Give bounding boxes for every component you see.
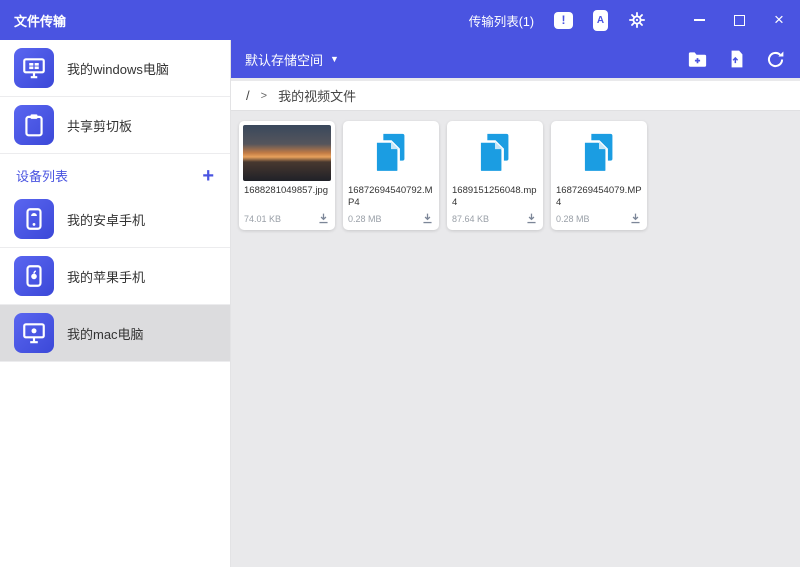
sidebar-item-label: 我的苹果手机 [67, 269, 146, 285]
storage-dropdown-label: 默认存储空间 [245, 52, 324, 68]
file-card[interactable]: 1687269454079.MP4 0.28 MB [551, 121, 647, 230]
file-card[interactable]: 16872694540792.MP4 0.28 MB [343, 121, 439, 230]
file-size: 0.28 MB [556, 213, 590, 224]
photo-thumbnail [243, 125, 331, 181]
close-button[interactable]: × [772, 11, 786, 28]
sidebar-item-windows-pc[interactable]: 我的windows电脑 [0, 40, 230, 97]
download-button[interactable] [317, 212, 330, 225]
download-icon [319, 213, 328, 224]
minimize-button[interactable] [692, 13, 706, 27]
settings-gear-icon[interactable] [628, 11, 646, 29]
download-button[interactable] [421, 212, 434, 225]
sidebar-item-label: 我的windows电脑 [67, 61, 169, 77]
sidebar-item-apple-phone[interactable]: 我的苹果手机 [0, 248, 230, 305]
maximize-icon [733, 14, 745, 26]
file-size: 87.64 KB [452, 213, 490, 224]
maximize-button[interactable] [732, 13, 746, 27]
device-list-title: 设备列表 [16, 169, 69, 184]
feedback-icon[interactable]: ! [554, 11, 573, 29]
sidebar-item-mac-computer[interactable]: 我的mac电脑 [0, 305, 230, 362]
phone-connect-icon[interactable]: A [593, 9, 608, 31]
device-list-header: 设备列表 + [0, 154, 230, 191]
sidebar-item-android-phone[interactable]: 我的安卓手机 [0, 191, 230, 248]
android-phone-icon [14, 199, 54, 239]
sidebar-item-label: 我的安卓手机 [67, 212, 146, 228]
window-controls: × [692, 11, 786, 28]
sidebar-item-label: 我的mac电脑 [67, 326, 144, 342]
app-window: 文件传输 传输列表(1) ! A × 我的windows电脑 共享剪切板 设备列… [0, 0, 800, 567]
storage-toolbar: 默认存储空间 ▼ [231, 40, 800, 78]
titlebar-actions: 传输列表(1) ! A × [469, 9, 786, 31]
file-card[interactable]: 1689151256048.mp4 87.64 KB [447, 121, 543, 230]
apple-phone-icon [14, 256, 54, 296]
file-size: 74.01 KB [244, 213, 282, 224]
file-copy-icon [451, 125, 539, 181]
download-button[interactable] [629, 212, 642, 225]
breadcrumb-current: 我的视频文件 [278, 89, 357, 104]
file-grid: 1688281049857.jpg 74.01 KB 1687269454079… [231, 111, 800, 240]
mac-computer-icon [14, 313, 54, 353]
file-name: 1688281049857.jpg [244, 185, 329, 196]
sidebar-item-label: 共享剪切板 [67, 118, 133, 134]
app-title: 文件传输 [14, 13, 67, 29]
breadcrumb: / > 我的视频文件 [231, 81, 800, 111]
breadcrumb-separator-icon: > [260, 89, 268, 102]
main-panel: 默认存储空间 ▼ / > 我的视频文件 1688281049857.jpg 74… [231, 40, 800, 567]
new-folder-icon[interactable] [686, 48, 709, 71]
titlebar: 文件传输 传输列表(1) ! A × [0, 0, 800, 40]
download-icon [423, 213, 432, 224]
file-copy-icon [555, 125, 643, 181]
clipboard-icon [14, 105, 54, 145]
minimize-icon [693, 19, 705, 21]
sidebar: 我的windows电脑 共享剪切板 设备列表 + 我的安卓手机 我的苹果手机 我… [0, 40, 231, 567]
app-body: 我的windows电脑 共享剪切板 设备列表 + 我的安卓手机 我的苹果手机 我… [0, 40, 800, 567]
file-size: 0.28 MB [348, 213, 382, 224]
file-copy-icon [347, 125, 435, 181]
chevron-down-icon: ▼ [330, 54, 339, 64]
file-name: 16872694540792.MP4 [348, 185, 433, 209]
file-name: 1689151256048.mp4 [452, 185, 537, 209]
file-name: 1687269454079.MP4 [556, 185, 642, 209]
transfer-list-button[interactable]: 传输列表(1) [469, 11, 534, 30]
download-icon [527, 213, 536, 224]
add-device-button[interactable]: + [202, 166, 214, 186]
upload-file-icon[interactable] [727, 49, 747, 69]
refresh-icon[interactable] [765, 49, 786, 70]
download-icon [631, 213, 640, 224]
breadcrumb-root[interactable]: / [246, 88, 250, 103]
sidebar-item-clipboard[interactable]: 共享剪切板 [0, 97, 230, 154]
toolbar-actions [686, 48, 786, 71]
storage-dropdown[interactable]: 默认存储空间 ▼ [245, 50, 339, 69]
windows-pc-icon [14, 48, 54, 88]
file-card[interactable]: 1688281049857.jpg 74.01 KB [239, 121, 335, 230]
download-button[interactable] [525, 212, 538, 225]
